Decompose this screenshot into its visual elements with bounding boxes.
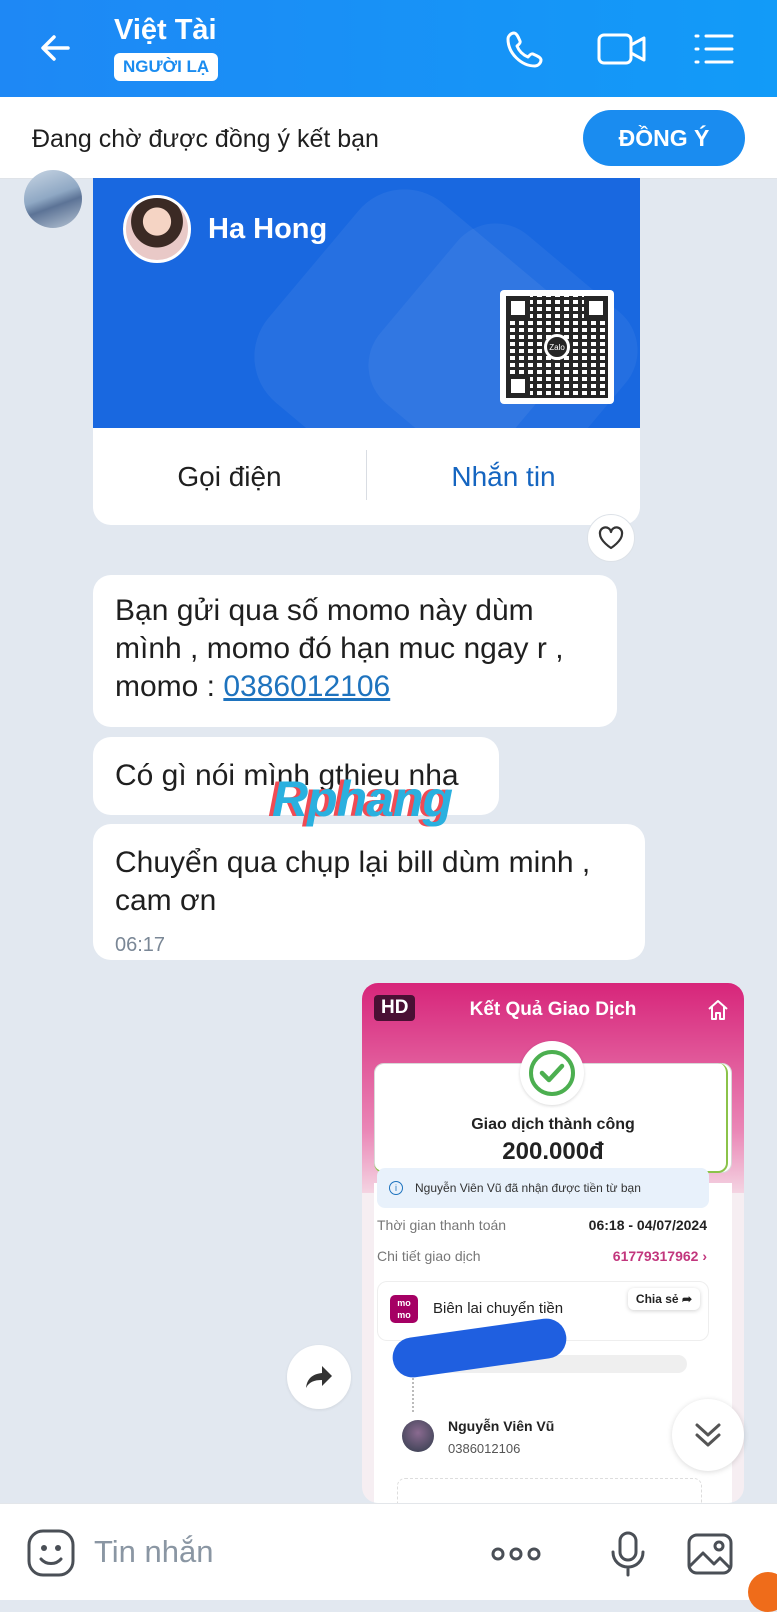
qr-pattern: Zalo — [506, 296, 608, 398]
payment-time-row: Thời gian thanh toán 06:18 - 04/07/2024 — [377, 1217, 707, 1233]
transaction-id: 61779317962 › — [612, 1248, 707, 1264]
contact-card: Ha Hong Zalo Gọi điện Nhắn tin — [93, 178, 640, 525]
phone-icon[interactable] — [502, 26, 548, 72]
chat-header: Việt Tài NGƯỜI LẠ — [0, 0, 777, 97]
watermark-logo: Rphang — [272, 771, 453, 827]
message-time: 06:17 — [115, 934, 166, 956]
transaction-amount: 200.000đ — [502, 1138, 604, 1165]
contact-card-avatar[interactable] — [123, 195, 191, 263]
message-composer — [0, 1503, 777, 1600]
image-icon[interactable] — [686, 1530, 734, 1578]
recipient-name: Nguyễn Viên Vũ — [448, 1418, 555, 1434]
recipient-avatar — [402, 1420, 434, 1452]
message-button[interactable]: Nhắn tin — [367, 428, 640, 525]
accept-friend-button[interactable]: ĐỒNG Ý — [583, 110, 745, 166]
notice-text: Nguyễn Viên Vũ đã nhận được tiền từ bạn — [415, 1181, 641, 1195]
scroll-down-button[interactable] — [672, 1399, 744, 1471]
friend-request-bar: Đang chờ được đồng ý kết bạn ĐỒNG Ý — [0, 97, 777, 179]
momo-logo-icon: mo mo — [390, 1295, 418, 1323]
success-check-icon — [520, 1041, 584, 1105]
qr-finder — [584, 296, 608, 320]
transfer-receipt-title: Biên lai chuyển tiền — [433, 1300, 564, 1317]
call-button[interactable]: Gọi điện — [93, 428, 366, 525]
message-input[interactable] — [94, 1534, 394, 1570]
back-arrow-icon[interactable] — [34, 26, 78, 70]
microphone-icon[interactable] — [604, 1530, 652, 1578]
home-icon — [708, 1000, 728, 1020]
contact-card-banner: Ha Hong Zalo — [93, 178, 640, 428]
contact-card-actions: Gọi điện Nhắn tin — [93, 428, 640, 525]
transaction-detail-row: Chi tiết giao dịch 61779317962 › — [377, 1248, 707, 1264]
transaction-status: Giao dịch thành công — [471, 1116, 635, 1133]
sender-avatar[interactable] — [24, 170, 82, 228]
floating-badge[interactable] — [748, 1572, 777, 1612]
reminder-box — [397, 1478, 702, 1503]
notice-banner: i Nguyễn Viên Vũ đã nhận được tiền từ bạ… — [377, 1168, 709, 1208]
qr-code[interactable]: Zalo — [500, 290, 614, 404]
forward-button[interactable] — [287, 1345, 351, 1409]
forward-icon — [306, 1366, 332, 1388]
chevron-double-down-icon — [695, 1423, 721, 1447]
qr-finder — [506, 296, 530, 320]
heart-icon — [598, 526, 624, 550]
contact-name[interactable]: Việt Tài — [114, 14, 217, 47]
friend-request-text: Đang chờ được đồng ý kết bạn — [32, 125, 379, 153]
payment-time-label: Thời gian thanh toán — [377, 1217, 507, 1233]
recipient-phone: 0386012106 — [448, 1441, 521, 1456]
zalo-logo-icon: Zalo — [544, 334, 570, 360]
message-text: Chuyển qua chụp lại bill dùm minh , cam … — [115, 846, 591, 917]
message-bubble[interactable]: Bạn gửi qua số momo này dùm mình , momo … — [93, 575, 617, 727]
payment-time-value: 06:18 - 04/07/2024 — [588, 1217, 707, 1233]
contact-card-name[interactable]: Ha Hong — [208, 213, 327, 246]
message-bubble[interactable]: Chuyển qua chụp lại bill dùm minh , cam … — [93, 824, 645, 960]
info-icon: i — [389, 1181, 403, 1195]
emoji-icon[interactable] — [26, 1528, 76, 1578]
qr-finder — [506, 374, 530, 398]
receipt-title: Kết Quả Giao Dịch — [469, 999, 637, 1020]
more-icon[interactable] — [488, 1530, 544, 1578]
transaction-detail-label: Chi tiết giao dịch — [377, 1248, 481, 1264]
video-call-icon[interactable] — [596, 26, 648, 72]
phone-link[interactable]: 0386012106 — [223, 670, 390, 703]
share-button: Chia sẻ ➦ — [627, 1288, 700, 1310]
react-heart-icon[interactable] — [587, 514, 635, 562]
dotted-connector — [412, 1378, 414, 1412]
stranger-badge: NGƯỜI LẠ — [114, 53, 219, 81]
menu-icon[interactable] — [692, 26, 736, 72]
